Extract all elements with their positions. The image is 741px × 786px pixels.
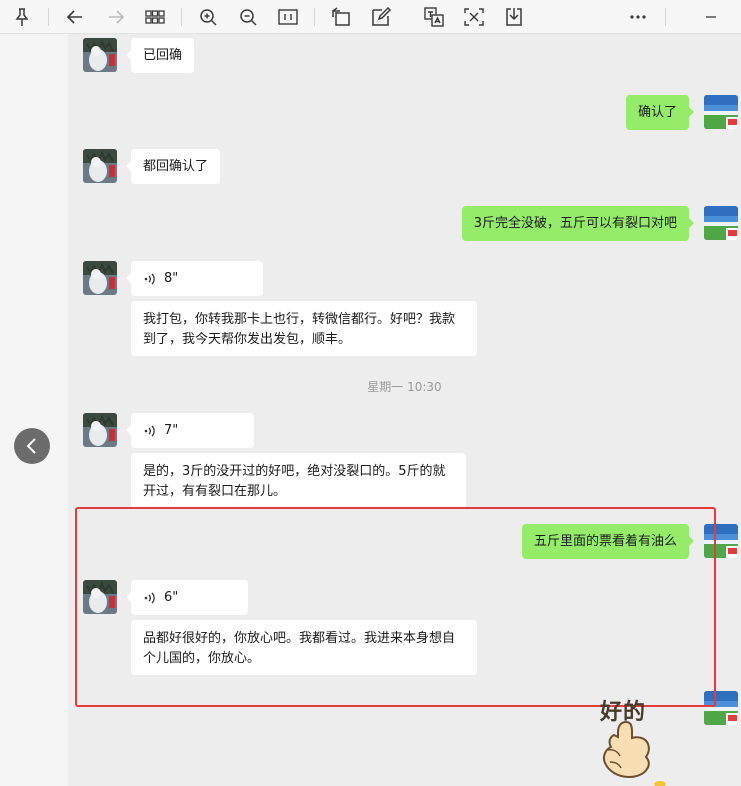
message-text: 是的，3斤的没开过的好吧，绝对没裂口的。5斤的就开过，有有裂口在那儿。 [143,464,446,499]
previous-image-button[interactable] [14,428,50,464]
voice-wave-icon [144,425,155,436]
my-avatar[interactable] [704,206,738,240]
contact-avatar[interactable] [83,261,117,295]
voice-duration: 8" [164,270,179,286]
contact-avatar[interactable] [83,149,117,183]
message-bubble-incoming[interactable]: 已回确 [125,38,195,73]
message-text: 确认了 [637,105,677,120]
translate-icon[interactable] [422,5,446,29]
fit-icon[interactable] [276,5,300,29]
rotate-icon[interactable] [329,5,353,29]
message-timestamp: 星期一 10:30 [367,380,442,394]
voice-message-bubble[interactable]: 8" [126,261,263,296]
toolbar-divider [665,8,666,26]
toolbar-divider [314,8,315,26]
ok-sticker[interactable]: 好的 [596,692,668,786]
message-text: 已回确 [143,48,183,63]
grid-icon[interactable] [143,5,167,29]
message-bubble-outgoing[interactable]: 3斤完全没破，五斤可以有裂口对吧 [461,206,695,241]
contact-avatar[interactable] [83,38,117,72]
left-pane [0,34,68,786]
message-bubble-incoming[interactable]: 是的，3斤的没开过的好吧，绝对没裂口的。5斤的就开过，有有裂口在那儿。 [131,453,466,508]
voice-duration: 7" [164,422,179,438]
more-icon[interactable] [626,5,650,29]
back-arrow-icon[interactable] [63,5,87,29]
message-text: 我打包，你转我那卡上也行，转微信都行。好吧？我款到了，我今天帮你发出发包，顺丰。 [143,312,456,347]
zoom-out-icon[interactable] [236,5,260,29]
message-bubble-outgoing[interactable]: 确认了 [625,95,695,130]
message-text: 3斤完全没破，五斤可以有裂口对吧 [473,216,677,231]
forward-arrow-icon[interactable] [104,5,128,29]
message-bubble-incoming[interactable]: 我打包，你转我那卡上也行，转微信都行。好吧？我款到了，我今天帮你发出发包，顺丰。 [131,301,477,356]
toolbar-divider [48,8,49,26]
voice-message-bubble[interactable]: 7" [126,413,254,448]
chevron-left-icon [26,438,36,454]
download-icon[interactable] [502,5,526,29]
contact-avatar[interactable] [83,413,117,447]
toolbar [0,0,741,34]
zoom-in-icon[interactable] [196,5,220,29]
highlight-box [75,507,716,707]
text-extract-icon[interactable] [462,5,486,29]
pin-icon[interactable] [10,5,34,29]
minimize-icon[interactable] [699,5,723,29]
voice-wave-icon [144,273,155,284]
message-text: 都回确认了 [143,159,209,174]
edit-icon[interactable] [369,5,393,29]
sticker-text: 好的 [600,700,647,725]
toolbar-divider [181,8,182,26]
my-avatar[interactable] [704,95,738,129]
message-bubble-incoming[interactable]: 都回确认了 [125,149,221,184]
